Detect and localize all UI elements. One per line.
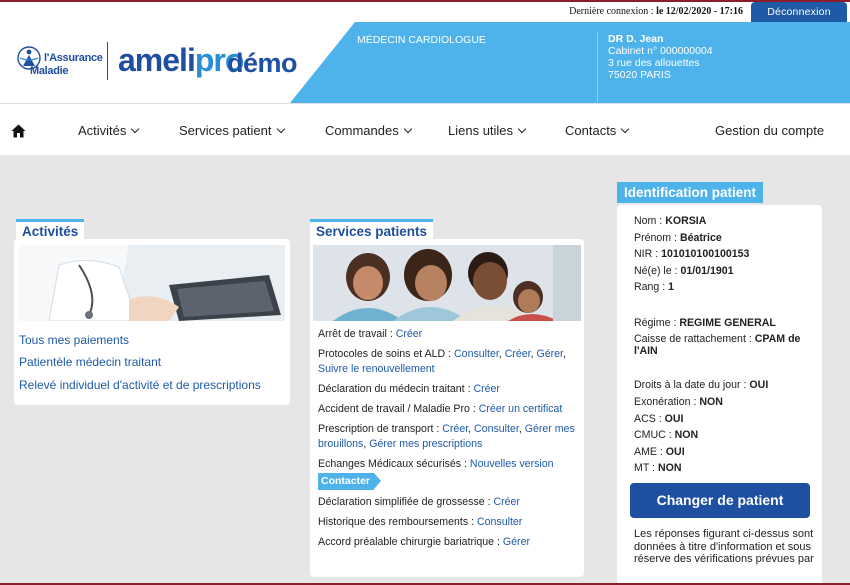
logout-button[interactable]: Déconnexion	[751, 2, 847, 23]
org-name-line2: Maladie	[30, 65, 69, 77]
service-declaration-mt: Déclaration du médecin traitant : Créer	[318, 383, 500, 395]
chevron-down-icon	[621, 124, 630, 134]
doctor-address-line2: 75020 PARIS	[608, 69, 671, 81]
declaration-creer-link[interactable]: Créer	[473, 383, 500, 395]
patient-cmuc: CMUC : NON	[634, 429, 699, 441]
chevron-down-icon	[403, 124, 412, 134]
historique-consulter-link[interactable]: Consulter	[477, 516, 522, 528]
services-image	[313, 245, 581, 321]
patient-caisse: Caisse de rattachement : CPAM de l'AIN	[634, 333, 801, 357]
patient-prenom: Prénom : Béatrice	[634, 232, 722, 244]
doctor-address-line1: 3 rue des allouettes	[608, 57, 700, 69]
protocoles-creer-link[interactable]: Créer	[505, 348, 531, 360]
doctor-laptop-illustration	[19, 245, 285, 321]
doctor-cabinet: Cabinet n° 000000004	[608, 45, 713, 57]
link-releve-individuel[interactable]: Relevé individuel d'activité et de presc…	[19, 378, 261, 392]
nav-contacts[interactable]: Contacts	[565, 123, 630, 138]
service-transport: Prescription de transport : Créer, Consu…	[318, 423, 575, 450]
arret-creer-link[interactable]: Créer	[396, 328, 423, 340]
patient-nir: NIR : 101010100100153	[634, 248, 750, 260]
patient-disclaimer: Les réponses figurant ci-dessus sont don…	[634, 528, 814, 565]
transport-prescriptions-link[interactable]: Gérer mes prescriptions	[369, 438, 482, 450]
patient-mt: MT : NON	[634, 462, 682, 474]
activites-card: Tous mes paiements Patientèle médecin tr…	[14, 239, 290, 405]
patient-identification-card: Nom : KORSIA Prénom : Béatrice NIR : 101…	[617, 205, 822, 585]
chevron-down-icon	[276, 124, 285, 134]
main-navigation: Activités Services patient Commandes Lie…	[0, 103, 850, 155]
chevron-down-icon	[131, 124, 140, 134]
patient-rang: Rang : 1	[634, 281, 675, 293]
nav-liens-utiles[interactable]: Liens utiles	[448, 123, 527, 138]
service-historique: Historique des remboursements : Consulte…	[318, 516, 523, 528]
family-photo-illustration	[313, 245, 581, 321]
nav-services-patient[interactable]: Services patient	[179, 123, 285, 138]
protocoles-consulter-link[interactable]: Consulter	[454, 348, 499, 360]
nav-activites[interactable]: Activités	[78, 123, 140, 138]
services-title: Services patients	[310, 219, 434, 241]
patient-exoneration: Exonération : NON	[634, 396, 723, 408]
patient-identification-title: Identification patient	[617, 182, 764, 203]
services-list: Arrêt de travail : Créer Protocoles de s…	[318, 327, 580, 555]
link-patientele-medecin-traitant[interactable]: Patientèle médecin traitant	[19, 355, 161, 369]
service-accident-travail: Accident de travail / Maladie Pro : Crée…	[318, 403, 563, 415]
patient-droits: Droits à la date du jour : OUI	[634, 379, 769, 391]
chevron-down-icon	[517, 124, 527, 134]
service-arret-travail: Arrêt de travail : Créer	[318, 328, 423, 340]
service-accord-prealable: Accord préalable chirurgie bariatrique :…	[318, 536, 530, 548]
activites-title: Activités	[16, 219, 85, 241]
protocoles-gerer-link[interactable]: Gérer	[536, 348, 563, 360]
patient-date-naissance: Né(e) le : 01/01/1901	[634, 265, 734, 277]
change-patient-button[interactable]: Changer de patient	[630, 483, 810, 518]
patient-nom: Nom : KORSIA	[634, 215, 707, 227]
echanges-nouvelle-link[interactable]: Nouvelles version	[470, 458, 554, 470]
last-connection: Dernière connexion : le 12/02/2020 - 17:…	[569, 6, 743, 17]
nav-gestion-compte[interactable]: Gestion du compte	[715, 123, 824, 138]
home-icon[interactable]	[11, 124, 26, 138]
protocoles-suivre-link[interactable]: Suivre le renouvellement	[318, 363, 435, 375]
service-grossesse: Déclaration simplifiée de grossesse : Cr…	[318, 496, 520, 508]
nav-commandes[interactable]: Commandes	[325, 123, 412, 138]
doctor-name: DR D. Jean	[608, 33, 664, 45]
activites-image	[19, 245, 285, 321]
accord-gerer-link[interactable]: Gérer	[503, 536, 530, 548]
logo[interactable]: l'Assurance Maladie amelipro démo	[12, 40, 302, 88]
brand-amelipro: amelipro	[118, 42, 244, 78]
contacter-button[interactable]: Contacter	[318, 473, 382, 490]
services-card: Arrêt de travail : Créer Protocoles de s…	[310, 239, 584, 577]
logo-divider	[107, 42, 108, 80]
patient-acs: ACS : OUI	[634, 413, 684, 425]
header-band-divider	[597, 32, 598, 102]
top-bar: Dernière connexion : le 12/02/2020 - 17:…	[0, 2, 850, 23]
grossesse-creer-link[interactable]: Créer	[493, 496, 520, 508]
accident-creer-link[interactable]: Créer un certificat	[479, 403, 563, 415]
transport-creer-link[interactable]: Créer	[442, 423, 468, 435]
org-name-line1: l'Assurance	[44, 52, 103, 64]
patient-ame: AME : OUI	[634, 446, 685, 458]
transport-consulter-link[interactable]: Consulter	[474, 423, 519, 435]
patient-regime: Régime : REGIME GENERAL	[634, 317, 776, 329]
service-protocoles: Protocoles de soins et ALD : Consulter, …	[318, 348, 566, 375]
brand-demo: démo	[227, 48, 298, 78]
doctor-specialty: MÉDECIN CARDIOLOGUE	[357, 34, 486, 46]
link-tous-mes-paiements[interactable]: Tous mes paiements	[19, 333, 129, 347]
service-echanges: Echanges Médicaux sécurisés : Nouvelles …	[318, 457, 580, 490]
doctor-info: DR D. Jean Cabinet n° 000000004 3 rue de…	[608, 33, 713, 81]
